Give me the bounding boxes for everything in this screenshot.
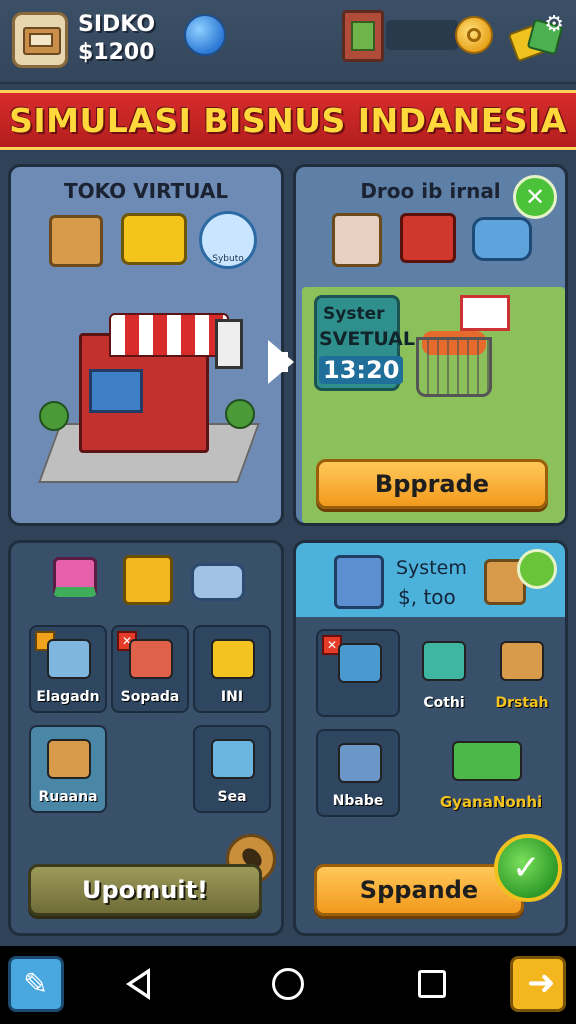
vehicle-icon[interactable] (191, 563, 245, 601)
item-label: INI (220, 689, 244, 705)
arrow-right-icon (268, 340, 294, 384)
user-money: $1200 (78, 40, 155, 65)
building-icon[interactable] (342, 10, 384, 62)
carts-icon (452, 741, 522, 781)
puzzle-badge-icon[interactable] (517, 549, 557, 589)
banner-title: SIMULASI BISNUS INDANESIA (9, 100, 567, 140)
stack-icon[interactable] (53, 557, 97, 597)
timer-label2: SVETUAL (319, 328, 415, 350)
timer-value: 13:20 (319, 356, 404, 384)
top-bar: SIDKO $1200 ⚙ (0, 0, 576, 84)
timer-label1: Syster (323, 304, 385, 324)
table-icon (422, 641, 466, 681)
item-label: Sopada (120, 689, 180, 705)
item-cell[interactable]: ✕ Sopada (111, 625, 189, 713)
item-label: Nbabe (332, 793, 384, 809)
item-label: Sea (217, 789, 247, 805)
settings-tools-icon[interactable]: ⚙ (507, 12, 564, 64)
recent-apps-icon[interactable] (418, 970, 446, 998)
back-icon-inner (132, 974, 147, 994)
freezer-icon (338, 743, 382, 783)
cart-red-icon[interactable] (400, 213, 456, 263)
toko-panel-title: TOKO VIRTUAL (63, 179, 229, 203)
item-label: GyanaNonhi (439, 793, 543, 811)
system-item-cell[interactable]: GyanaNonhi (426, 729, 556, 817)
coins-icon (211, 639, 255, 679)
item-label: Drstah (495, 695, 549, 711)
item-cell[interactable]: INI (193, 625, 271, 713)
system-shop-title: System (396, 557, 467, 579)
car-icon[interactable] (472, 217, 532, 261)
truck-icon[interactable] (121, 213, 187, 265)
seat-icon (211, 739, 255, 779)
tools-icon[interactable]: ✎ (8, 956, 64, 1012)
shelf-icon[interactable] (334, 555, 384, 609)
forklift-icon[interactable] (123, 555, 173, 605)
globe-icon[interactable] (184, 14, 226, 56)
title-banner: SIMULASI BISNUS INDANESIA (0, 90, 576, 150)
item-cell[interactable]: Ruaana (29, 725, 107, 813)
box-icon (500, 641, 544, 681)
virtual-store-illustration (38, 293, 260, 503)
vending-icon (338, 643, 382, 683)
item-cell[interactable]: Elagadn (29, 625, 107, 713)
check-icon[interactable]: ✓ (494, 834, 562, 902)
timer-card: Syster SVETUAL 13:20 (314, 295, 415, 391)
close-icon[interactable]: ✕ (513, 175, 557, 219)
system-shop-money: $, too (398, 585, 456, 609)
home-icon[interactable] (272, 968, 304, 1000)
toko-virtual-panel: TOKO VIRTUAL Sybuto (8, 164, 284, 526)
upgrade-button[interactable]: Bpprade (316, 459, 548, 509)
shop-avatar-icon[interactable] (12, 12, 68, 68)
forward-arrow-icon[interactable]: ➜ (510, 956, 566, 1012)
system-item-cell[interactable]: ✕ (316, 629, 400, 717)
box-icon[interactable] (332, 213, 382, 267)
resource-bar (386, 20, 458, 50)
phone-badge-icon[interactable]: Sybuto (199, 211, 257, 269)
android-nav-bar: ✎ ➜ (0, 946, 576, 1024)
cart-icon (47, 639, 91, 679)
user-name: SIDKO (78, 12, 156, 37)
item-cell[interactable]: Sea (193, 725, 271, 813)
upgrade-items-button[interactable]: Upomuit! (28, 864, 262, 916)
item-label: Cothi (423, 695, 465, 711)
plant-box-icon (47, 739, 91, 779)
coin-icon[interactable] (455, 16, 493, 54)
system-item-cell[interactable]: Nbabe (316, 729, 400, 817)
crate-icon[interactable] (49, 215, 103, 267)
shopping-cart-icon (416, 337, 492, 397)
item-label: Ruaana (38, 789, 98, 805)
phone-badge-text: Sybuto (212, 254, 244, 264)
chair-icon (129, 639, 173, 679)
system-item-cell[interactable]: Drstah (480, 629, 564, 717)
system-item-cell[interactable]: Cothi (402, 629, 486, 717)
upgrade-system-button[interactable]: Sppande (314, 864, 524, 916)
sale-sign (460, 295, 510, 331)
item-label: Elagadn (36, 689, 100, 705)
system-panel: Droo ib irnal ✕ Syster SVETUAL 13:20 Bpp… (293, 164, 568, 526)
